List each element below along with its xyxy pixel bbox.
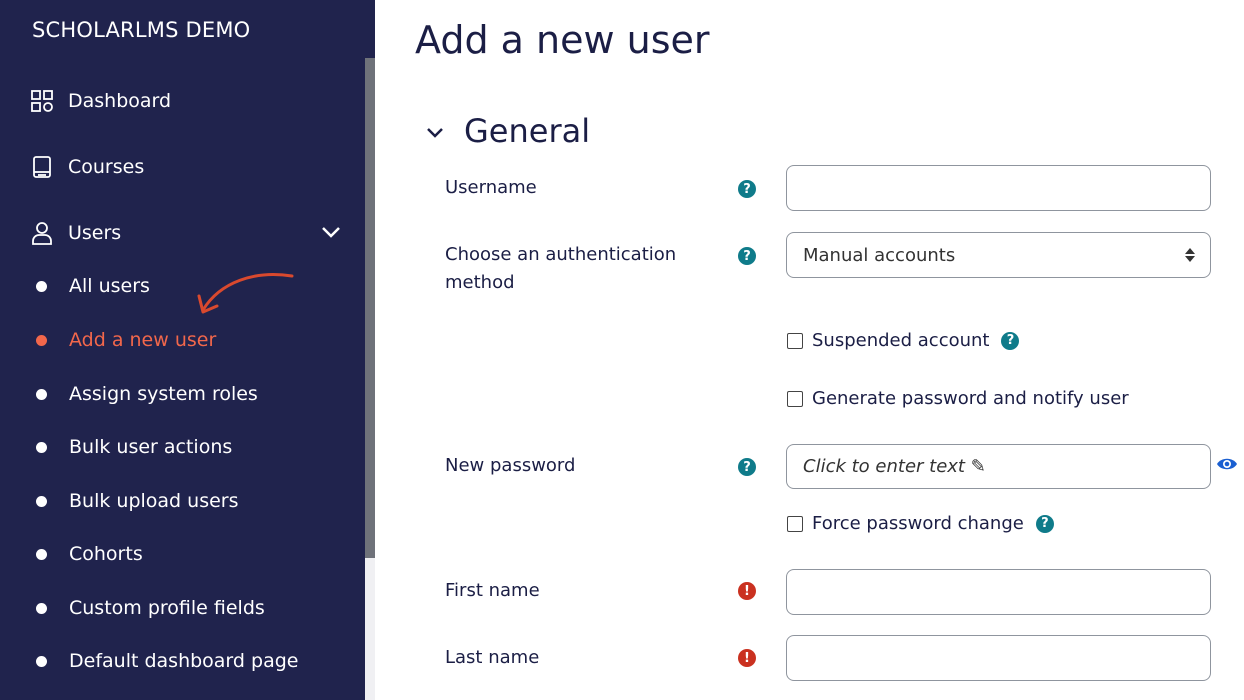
collapse-chevron-icon[interactable] [424,122,446,148]
first-name-input[interactable] [786,569,1211,615]
user-icon [30,221,54,245]
sidebar-item-label: Courses [68,156,145,178]
force-password-change-checkbox[interactable] [787,515,803,532]
sidebar-subitem-bulk-user-actions[interactable]: Bulk user actions [36,434,232,460]
force-password-change-label: Force password change [812,513,1024,534]
pointer-arrow-icon [197,273,294,314]
sidebar-subitem-assign-system-roles[interactable]: Assign system roles [36,381,258,407]
username-label: Username [445,177,537,198]
sidebar-subitem-default-dashboard-page[interactable]: Default dashboard page [36,648,298,674]
help-icon[interactable]: ? [1035,514,1054,533]
last-name-label: Last name [445,647,540,668]
sidebar-item-courses[interactable]: Courses [30,153,144,181]
sidebar-item-users[interactable]: Users [30,219,350,247]
book-icon [30,155,54,179]
sidebar-subitem-label: Cohorts [69,543,143,565]
bullet-icon [36,495,47,507]
bullet-icon [36,548,47,560]
select-caret-icon [1184,247,1196,268]
bullet-icon [36,441,47,453]
sidebar-subitem-bulk-upload-users[interactable]: Bulk upload users [36,488,239,514]
required-icon: ! [738,582,756,600]
bullet-icon [36,655,47,667]
sidebar-item-label: Users [68,222,122,244]
force-password-change-row[interactable]: Force password change ? [787,513,1054,534]
sidebar-subitem-label: All users [69,275,150,297]
eye-icon[interactable] [1216,456,1238,476]
help-icon[interactable]: ? [738,247,756,265]
new-password-placeholder: Click to enter text ✎ [803,456,986,477]
dashboard-grid-icon [30,89,54,113]
bullet-icon [36,388,47,400]
sidebar-subitem-label: Add a new user [69,329,217,351]
generate-password-row[interactable]: Generate password and notify user [787,388,1129,409]
sidebar-subitem-cohorts[interactable]: Cohorts [36,541,143,567]
new-password-label: New password [445,455,576,476]
bullet-icon [36,602,47,614]
suspended-account-row[interactable]: Suspended account ? [787,330,1020,351]
sidebar-subitem-add-new-user[interactable]: Add a new user [36,327,216,353]
username-input[interactable] [786,165,1211,211]
sidebar-subitem-label: Assign system roles [69,383,258,405]
required-icon: ! [738,649,756,667]
sidebar-subitem-label: Default dashboard page [69,650,299,672]
new-password-field[interactable]: Click to enter text ✎ [786,444,1211,489]
suspended-account-checkbox[interactable] [787,332,803,349]
sidebar-subitem-label: Custom profile fields [69,597,265,619]
bullet-icon [36,280,47,292]
chevron-down-icon[interactable] [320,221,342,248]
page-title: Add a new user [415,18,710,62]
first-name-label: First name [445,580,540,601]
section-title-general[interactable]: General [464,112,590,150]
generate-password-checkbox[interactable] [787,390,803,407]
last-name-input[interactable] [786,635,1211,681]
sidebar-subitem-label: Bulk user actions [69,436,233,458]
auth-method-label: Choose an authentication method [445,244,677,293]
generate-password-label: Generate password and notify user [812,388,1129,409]
auth-method-value: Manual accounts [803,244,956,266]
sidebar-subitem-label: Bulk upload users [69,490,239,512]
sidebar-item-label: Dashboard [68,90,172,112]
sidebar-subitem-custom-profile-fields[interactable]: Custom profile fields [36,595,265,621]
bullet-icon [36,334,47,346]
help-icon[interactable]: ? [1001,331,1020,350]
site-brand[interactable]: SCHOLARLMS DEMO [32,18,250,42]
sidebar-subitem-all-users[interactable]: All users [36,273,150,299]
auth-method-select[interactable]: Manual accounts [786,232,1211,278]
sidebar-scrollbar-thumb[interactable] [365,58,375,558]
help-icon[interactable]: ? [738,180,756,198]
suspended-account-label: Suspended account [812,330,990,351]
sidebar: SCHOLARLMS DEMO Dashboard Courses Users [0,0,375,700]
help-icon[interactable]: ? [738,458,756,476]
sidebar-item-dashboard[interactable]: Dashboard [30,87,171,115]
